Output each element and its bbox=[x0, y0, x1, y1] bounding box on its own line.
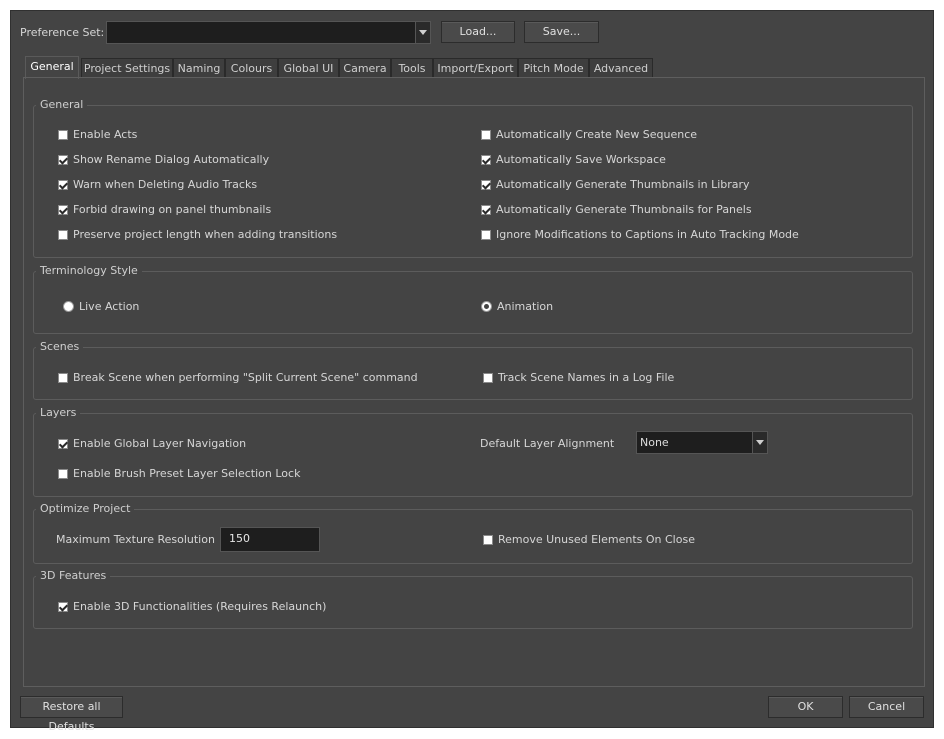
3d-features-group: 3D Features Enable 3D Functionalities (R… bbox=[33, 568, 913, 629]
3d-features-group-title: 3D Features bbox=[36, 568, 125, 584]
layers-group: Layers Enable Global Layer Navigation En… bbox=[33, 405, 913, 497]
chevron-down-icon[interactable] bbox=[415, 22, 430, 43]
optimize-group-title: Optimize Project bbox=[36, 501, 150, 517]
thumbnails-library-checkbox[interactable] bbox=[481, 180, 491, 190]
remove-unused-checkbox[interactable] bbox=[483, 535, 493, 545]
layer-alignment-dropdown[interactable]: None bbox=[636, 431, 768, 454]
preserve-length-checkbox[interactable] bbox=[58, 230, 68, 240]
global-layer-nav-checkbox[interactable] bbox=[58, 439, 68, 449]
break-scene-label: Break Scene when performing "Split Curre… bbox=[73, 371, 418, 384]
animation-label: Animation bbox=[497, 300, 554, 313]
enable-acts-checkbox[interactable] bbox=[58, 130, 68, 140]
thumbnails-panels-label: Automatically Generate Thumbnails for Pa… bbox=[496, 203, 752, 216]
thumbnails-panels-checkbox[interactable] bbox=[481, 205, 491, 215]
show-rename-dialog-label: Show Rename Dialog Automatically bbox=[73, 153, 270, 166]
cancel-button[interactable]: Cancel bbox=[849, 696, 924, 718]
chevron-down-icon[interactable] bbox=[752, 432, 767, 453]
auto-create-sequence-label: Automatically Create New Sequence bbox=[496, 128, 698, 141]
general-group-title: General bbox=[36, 97, 102, 113]
global-layer-nav-label: Enable Global Layer Navigation bbox=[73, 437, 247, 450]
forbid-drawing-label: Forbid drawing on panel thumbnails bbox=[73, 203, 272, 216]
auto-save-workspace-label: Automatically Save Workspace bbox=[496, 153, 666, 166]
enable-acts-label: Enable Acts bbox=[73, 128, 138, 141]
max-texture-label: Maximum Texture Resolution bbox=[56, 533, 215, 546]
preference-set-dropdown[interactable] bbox=[106, 21, 431, 44]
track-scene-names-checkbox[interactable] bbox=[483, 373, 493, 383]
show-rename-dialog-checkbox[interactable] bbox=[58, 155, 68, 165]
tab-camera[interactable]: Camera bbox=[339, 58, 391, 78]
live-action-radio[interactable] bbox=[63, 301, 74, 312]
terminology-group-title: Terminology Style bbox=[36, 263, 156, 279]
tab-tools[interactable]: Tools bbox=[391, 58, 433, 78]
remove-unused-label: Remove Unused Elements On Close bbox=[498, 533, 695, 546]
ok-button[interactable]: OK bbox=[768, 696, 843, 718]
brush-lock-label: Enable Brush Preset Layer Selection Lock bbox=[73, 467, 301, 480]
general-group: General Enable Acts Show Rename Dialog A… bbox=[33, 97, 913, 258]
tab-pitch-mode[interactable]: Pitch Mode bbox=[518, 58, 589, 78]
tab-global-ui[interactable]: Global UI bbox=[278, 58, 339, 78]
terminology-group: Terminology Style Live Action Animation bbox=[33, 263, 913, 334]
preferences-dialog: Preference Set: Load... Save... General … bbox=[10, 10, 934, 733]
save-button[interactable]: Save... bbox=[524, 21, 599, 43]
forbid-drawing-checkbox[interactable] bbox=[58, 205, 68, 215]
warn-delete-audio-label: Warn when Deleting Audio Tracks bbox=[73, 178, 258, 191]
thumbnails-library-label: Automatically Generate Thumbnails in Lib… bbox=[496, 178, 750, 191]
ignore-captions-checkbox[interactable] bbox=[481, 230, 491, 240]
preference-set-label: Preference Set: bbox=[20, 26, 105, 39]
layers-group-title: Layers bbox=[36, 405, 95, 421]
enable-3d-checkbox[interactable] bbox=[58, 602, 68, 612]
live-action-label: Live Action bbox=[79, 300, 140, 313]
break-scene-checkbox[interactable] bbox=[58, 373, 68, 383]
brush-lock-checkbox[interactable] bbox=[58, 469, 68, 479]
tab-general[interactable]: General bbox=[25, 56, 79, 79]
track-scene-names-label: Track Scene Names in a Log File bbox=[498, 371, 675, 384]
animation-radio[interactable] bbox=[481, 301, 492, 312]
ignore-captions-label: Ignore Modifications to Captions in Auto… bbox=[496, 228, 799, 241]
load-button[interactable]: Load... bbox=[441, 21, 515, 43]
scenes-group-title: Scenes bbox=[36, 339, 98, 355]
enable-3d-label: Enable 3D Functionalities (Requires Rela… bbox=[73, 600, 327, 613]
tab-colours[interactable]: Colours bbox=[225, 58, 278, 78]
preserve-length-label: Preserve project length when adding tran… bbox=[73, 228, 338, 241]
auto-save-workspace-checkbox[interactable] bbox=[481, 155, 491, 165]
max-texture-input[interactable]: 150 bbox=[220, 527, 320, 552]
tab-naming[interactable]: Naming bbox=[173, 58, 225, 78]
restore-defaults-button[interactable]: Restore all Defaults bbox=[20, 696, 123, 733]
tab-advanced[interactable]: Advanced bbox=[589, 58, 653, 78]
general-tab-panel: General Enable Acts Show Rename Dialog A… bbox=[23, 77, 925, 687]
optimize-group: Optimize Project Maximum Texture Resolut… bbox=[33, 501, 913, 564]
auto-create-sequence-checkbox[interactable] bbox=[481, 130, 491, 140]
warn-delete-audio-checkbox[interactable] bbox=[58, 180, 68, 190]
tab-project-settings[interactable]: Project Settings bbox=[81, 58, 173, 78]
tab-import-export[interactable]: Import/Export bbox=[433, 58, 518, 78]
layer-alignment-label: Default Layer Alignment bbox=[480, 437, 615, 450]
scenes-group: Scenes Break Scene when performing "Spli… bbox=[33, 339, 913, 400]
layer-alignment-value: None bbox=[640, 436, 669, 449]
